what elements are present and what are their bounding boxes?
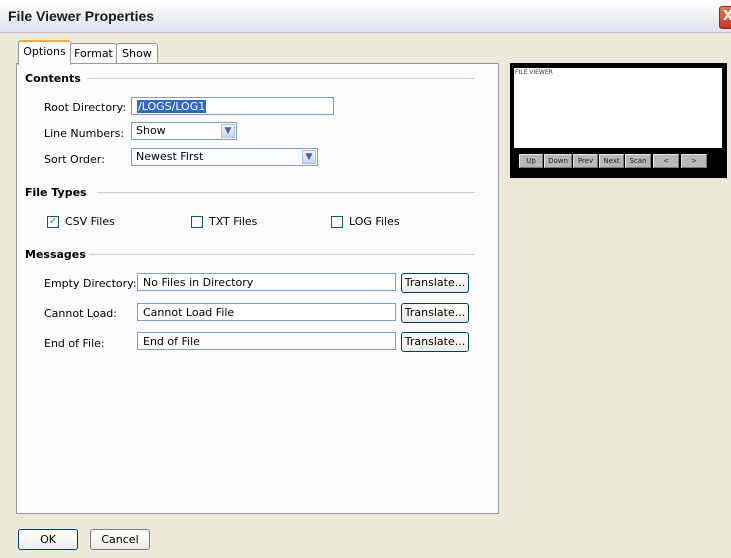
log-files-label[interactable]: LOG Files <box>349 215 400 228</box>
close-icon: X <box>723 9 731 24</box>
cancel-button[interactable]: Cancel <box>90 529 150 550</box>
line-numbers-value: Show <box>136 124 166 137</box>
preview-scan-button: Scan <box>625 154 651 168</box>
log-files-checkbox[interactable] <box>331 216 343 228</box>
line-numbers-select[interactable]: Show ▼ <box>131 122 237 140</box>
tab-format[interactable]: Format <box>70 43 117 64</box>
section-contents-heading: Contents <box>25 72 81 85</box>
ok-button[interactable]: OK <box>18 529 78 550</box>
preview-next-button: Next <box>599 154 624 168</box>
options-panel: Contents Root Directory: /LOGS/LOG1 Line… <box>16 63 499 514</box>
preview-up-button: Up <box>519 154 543 168</box>
section-messages-heading: Messages <box>25 248 86 261</box>
end-of-file-input[interactable]: End of File <box>137 332 396 350</box>
chevron-down-icon[interactable]: ▼ <box>302 150 316 164</box>
chevron-down-icon[interactable]: ▼ <box>221 124 235 138</box>
preview-down-button: Down <box>544 154 572 168</box>
txt-files-label[interactable]: TXT Files <box>209 215 257 228</box>
tab-label: Format <box>74 47 113 60</box>
preview-left-button: < <box>653 154 679 168</box>
cannot-load-input[interactable]: Cannot Load File <box>137 303 396 321</box>
divider <box>97 192 475 193</box>
txt-files-checkbox[interactable] <box>191 216 203 228</box>
tab-label: Show <box>122 47 152 60</box>
preview-prev-button: Prev <box>573 154 598 168</box>
preview-screen: FILE VIEWER <box>514 68 722 148</box>
csv-files-checkbox[interactable]: ✓ <box>47 216 59 228</box>
cannot-load-value: Cannot Load File <box>143 306 235 319</box>
translate-end-of-file-button[interactable]: Translate... <box>401 332 469 352</box>
end-of-file-label: End of File: <box>44 337 105 350</box>
sort-order-value: Newest First <box>136 150 204 163</box>
root-directory-input[interactable]: /LOGS/LOG1 <box>131 97 334 115</box>
checkmark-icon: ✓ <box>48 216 58 227</box>
preview-screen-title: FILE VIEWER <box>515 69 553 76</box>
csv-files-label[interactable]: CSV Files <box>65 215 115 228</box>
empty-directory-label: Empty Directory: <box>44 277 137 290</box>
file-viewer-preview: FILE VIEWER Up Down Prev Next Scan < > <box>510 63 727 178</box>
tab-show[interactable]: Show <box>116 43 158 64</box>
empty-directory-input[interactable]: No Files in Directory <box>137 273 396 291</box>
section-file-types-heading: File Types <box>25 186 87 199</box>
sort-order-select[interactable]: Newest First ▼ <box>131 148 318 166</box>
root-directory-value: /LOGS/LOG1 <box>137 100 207 113</box>
close-button[interactable]: X <box>719 6 731 29</box>
root-directory-label: Root Directory: <box>44 101 127 114</box>
preview-right-button: > <box>681 154 707 168</box>
line-numbers-label: Line Numbers: <box>44 127 125 140</box>
tab-label: Options <box>23 45 66 58</box>
divider <box>89 254 475 255</box>
empty-directory-value: No Files in Directory <box>143 276 254 289</box>
divider <box>87 78 475 79</box>
window-title: File Viewer Properties <box>8 8 155 24</box>
sort-order-label: Sort Order: <box>44 153 105 166</box>
end-of-file-value: End of File <box>143 335 200 348</box>
translate-empty-directory-button[interactable]: Translate... <box>401 273 469 293</box>
title-bar: File Viewer Properties X <box>0 0 731 33</box>
tab-options[interactable]: Options <box>18 40 71 65</box>
cannot-load-label: Cannot Load: <box>44 307 117 320</box>
translate-cannot-load-button[interactable]: Translate... <box>401 303 469 323</box>
